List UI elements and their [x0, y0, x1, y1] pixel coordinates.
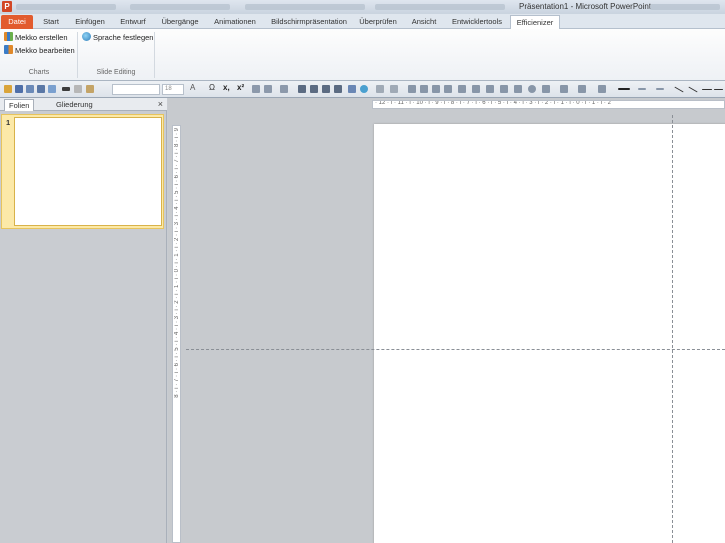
tab-home[interactable]: Start — [38, 15, 64, 29]
refresh-icon[interactable] — [528, 85, 536, 93]
arrange-icon[interactable] — [408, 85, 416, 93]
tab-outline[interactable]: Gliederung — [52, 99, 97, 111]
title-bar: P Präsentation1 - Microsoft PowerPoint — [0, 0, 725, 14]
blurred-taskbar-item — [16, 4, 116, 10]
mekko-edit-label: Mekko bearbeiten — [15, 46, 75, 55]
blurred-taskbar-item — [375, 4, 505, 10]
line-icon[interactable] — [688, 86, 698, 93]
powerpoint-app-icon[interactable]: P — [2, 1, 12, 12]
tab-slides[interactable]: Folien — [4, 99, 35, 111]
distribute-icon[interactable] — [486, 85, 494, 93]
dash-style-icon[interactable] — [638, 88, 646, 90]
horizontal-ruler-scale: · 12 · ı · 11 · ı · 10 · ı · 9 · ı · 8 ·… — [375, 100, 611, 106]
superscript-icon[interactable]: x² — [237, 83, 249, 92]
globe-icon — [82, 32, 91, 41]
mekko-edit-button[interactable]: Mekko bearbeiten — [4, 45, 75, 56]
blurred-taskbar-item — [245, 4, 365, 10]
tab-transitions[interactable]: Übergänge — [158, 15, 202, 29]
connector-icon[interactable] — [702, 89, 712, 90]
subscript-icon[interactable]: x, — [223, 83, 235, 92]
set-language-button[interactable]: Sprache festlegen — [82, 32, 153, 43]
save-icon[interactable] — [15, 85, 23, 93]
group-icon[interactable] — [500, 85, 508, 93]
powerpoint-window: P Präsentation1 - Microsoft PowerPoint D… — [0, 0, 725, 543]
close-pane-icon[interactable]: × — [158, 99, 163, 109]
new-slide-icon[interactable] — [48, 85, 56, 93]
tab-developer[interactable]: Entwicklertools — [448, 15, 506, 29]
tab-file[interactable]: Datei — [1, 15, 33, 29]
tab-insert[interactable]: Einfügen — [71, 15, 109, 29]
align-center-icon[interactable] — [310, 85, 318, 93]
justify-icon[interactable] — [334, 85, 342, 93]
align-left-icon[interactable] — [298, 85, 306, 93]
tab-slideshow[interactable]: Bildschirmpräsentation — [268, 15, 350, 29]
distribute-icon[interactable] — [472, 85, 480, 93]
arrange-icon[interactable] — [444, 85, 452, 93]
font-name-select[interactable] — [112, 84, 160, 95]
print-icon[interactable] — [26, 85, 34, 93]
font-color-icon[interactable]: A — [190, 83, 202, 92]
fill-icon[interactable] — [542, 85, 550, 93]
format-painter-icon[interactable] — [74, 85, 82, 93]
font-size-select[interactable]: 18 — [162, 84, 184, 95]
numbering-icon[interactable] — [264, 85, 272, 93]
line-color-icon[interactable] — [578, 85, 586, 93]
preview-icon[interactable] — [37, 85, 45, 93]
arrange-icon[interactable] — [432, 85, 440, 93]
ribbon-tab-bar: Datei Start Einfügen Entwurf Übergänge A… — [0, 14, 725, 30]
group-separator — [154, 32, 155, 78]
tab-efficienizer[interactable]: Efficienizer — [510, 15, 560, 30]
shape-icon[interactable] — [376, 85, 384, 93]
slides-pane-tabs: Folien Gliederung × — [0, 98, 167, 111]
group-label-slide-editing: Slide Editing — [96, 69, 136, 76]
bullets-icon[interactable] — [252, 85, 260, 93]
formatting-toolbar: 18 A Ω x, x² — [0, 81, 725, 98]
slide-number: 1 — [6, 118, 11, 127]
mekko-create-label: Mekko erstellen — [15, 33, 68, 42]
group-label-charts: Charts — [28, 69, 50, 76]
mekko-edit-icon — [4, 45, 13, 54]
tab-design[interactable]: Entwurf — [116, 15, 150, 29]
shape-icon[interactable] — [390, 85, 398, 93]
align-right-icon[interactable] — [322, 85, 330, 93]
group-separator — [77, 32, 78, 78]
open-icon[interactable] — [4, 85, 12, 93]
tab-view[interactable]: Ansicht — [408, 15, 440, 29]
blurred-taskbar-item — [130, 4, 230, 10]
ribbon-panel: Mekko erstellen Mekko bearbeiten Charts … — [0, 29, 725, 81]
line-icon[interactable] — [674, 86, 684, 93]
symbol-icon[interactable]: Ω — [209, 83, 219, 92]
slide-editor: · 12 · ı · 11 · ı · 10 · ı · 9 · ı · 8 ·… — [168, 98, 725, 543]
indent-icon[interactable] — [280, 85, 288, 93]
horizontal-guide[interactable] — [186, 349, 725, 350]
connector-icon[interactable] — [714, 89, 723, 90]
align-objects-icon[interactable] — [458, 85, 466, 93]
layout-icon[interactable] — [62, 87, 70, 91]
line-weight-icon[interactable] — [618, 88, 630, 90]
slides-pane: Folien Gliederung × 1 — [0, 98, 167, 543]
smartart-icon[interactable] — [360, 85, 368, 93]
vertical-guide[interactable] — [672, 115, 673, 543]
rotate-icon[interactable] — [514, 85, 522, 93]
brush-icon[interactable] — [86, 85, 94, 93]
mekko-create-button[interactable]: Mekko erstellen — [4, 32, 68, 43]
arrange-icon[interactable] — [420, 85, 428, 93]
arrow-style-icon[interactable] — [656, 88, 664, 90]
vertical-ruler[interactable]: 8 · ı · 7 · ı · 6 · ı · 5 · ı · 4 · ı · … — [172, 125, 181, 543]
fill-color-icon[interactable] — [560, 85, 568, 93]
shape-outline-icon[interactable] — [598, 85, 606, 93]
window-title: Präsentation1 - Microsoft PowerPoint — [519, 2, 652, 11]
text-direction-icon[interactable] — [348, 85, 356, 93]
horizontal-ruler[interactable]: · 12 · ı · 11 · ı · 10 · ı · 9 · ı · 8 ·… — [372, 100, 725, 109]
blurred-taskbar-item — [650, 4, 720, 10]
slide-thumbnail[interactable] — [14, 117, 162, 226]
tab-animations[interactable]: Animationen — [210, 15, 260, 29]
tab-review[interactable]: Überprüfen — [357, 15, 399, 29]
slide-thumbnail-row[interactable]: 1 — [1, 114, 164, 229]
set-language-label: Sprache festlegen — [93, 33, 154, 42]
mekko-chart-icon — [4, 32, 13, 41]
vertical-ruler-scale: 8 · ı · 7 · ı · 6 · ı · 5 · ı · 4 · ı · … — [174, 128, 180, 398]
